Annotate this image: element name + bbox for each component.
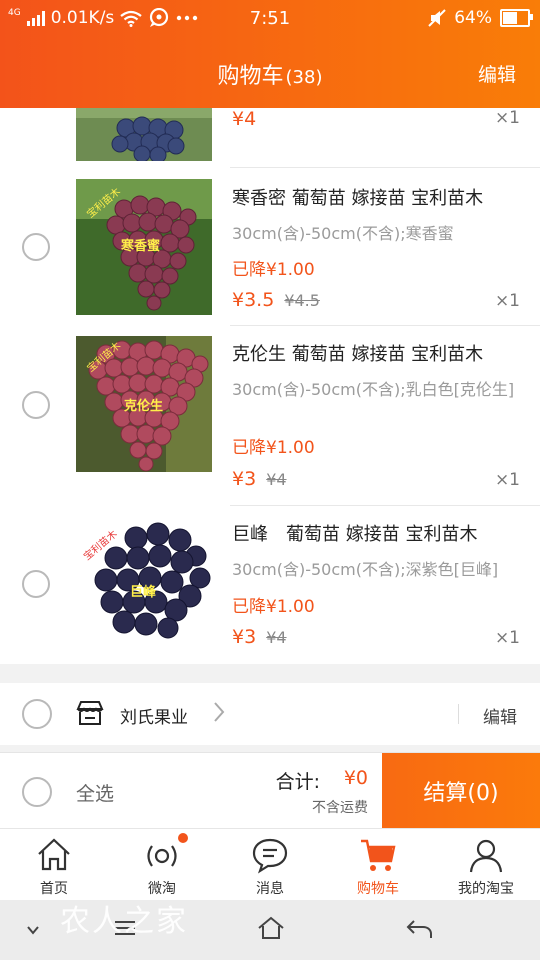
tab-label: 首页 xyxy=(40,881,68,897)
price-drop: 已降¥1.00 xyxy=(232,260,315,280)
notification-dot xyxy=(178,833,188,843)
store-icon xyxy=(76,701,104,725)
tab-label: 我的淘宝 xyxy=(458,881,514,897)
product-spec[interactable]: 30cm(含)-50cm(不含);乳白色[克伦生] xyxy=(232,378,522,401)
product-title[interactable]: 寒香密 葡萄苗 嫁接苗 宝利苗木 xyxy=(232,184,483,210)
original-price: ¥4 xyxy=(266,470,287,489)
battery-icon xyxy=(500,9,533,27)
tab-cart[interactable]: 购物车 xyxy=(324,829,432,901)
tab-label: 微淘 xyxy=(148,881,176,897)
original-price: ¥4 xyxy=(266,628,287,647)
product-quantity: ×1 xyxy=(494,108,520,128)
cart-item: 宝利苗木 克伦生 克伦生 葡萄苗 嫁接苗 宝利苗木 30cm(含)-50cm(不… xyxy=(0,326,540,506)
product-price-line: ¥3.5 ¥4.5 xyxy=(232,289,320,311)
cart-icon xyxy=(361,839,396,871)
top-bar: 4G 0.01K/s 7:51 64% 购物车 (38) 编辑 xyxy=(0,0,540,108)
bottom-tab-bar: 首页 微淘 消息 购物车 我的淘宝 xyxy=(0,828,540,901)
cart-item: 宝利苗木 寒香蜜 寒香密 葡萄苗 嫁接苗 宝利苗木 30cm(含)-50cm(不… xyxy=(0,170,540,326)
product-image-label: 克伦生 xyxy=(124,398,163,414)
product-quantity[interactable]: ×1 xyxy=(495,628,520,648)
product-title[interactable]: 克伦生 葡萄苗 嫁接苗 宝利苗木 xyxy=(232,340,483,366)
chevron-right-icon[interactable] xyxy=(212,700,226,724)
product-image-label: 寒香蜜 xyxy=(120,238,160,254)
cart-item: 宝利苗木 巨峰 巨峰 葡萄苗 嫁接苗 宝利苗木 30cm(含)-50cm(不含)… xyxy=(0,506,540,664)
tab-home[interactable]: 首页 xyxy=(0,829,108,901)
original-price: ¥4.5 xyxy=(284,291,320,310)
select-all-checkbox[interactable] xyxy=(22,777,52,807)
price-drop: 已降¥1.00 xyxy=(232,438,315,458)
back-icon[interactable] xyxy=(405,918,433,940)
product-quantity[interactable]: ×1 xyxy=(495,291,520,311)
product-image-label: 巨峰 xyxy=(130,584,157,600)
cart-item: ¥4 ×1 xyxy=(0,108,540,170)
page-title-text: 购物车 xyxy=(217,64,284,89)
product-price-line: ¥3 ¥4 xyxy=(232,626,287,648)
shop-name[interactable]: 刘氏果业 xyxy=(120,703,188,728)
chevron-down-icon[interactable] xyxy=(25,922,41,938)
cart-count: (38) xyxy=(285,67,323,88)
system-nav-bar: 农人之家 xyxy=(0,900,540,960)
product-quantity[interactable]: ×1 xyxy=(495,470,520,490)
broadcast-icon xyxy=(147,845,177,867)
header-edit-button[interactable]: 编辑 xyxy=(478,60,516,87)
product-price: ¥3.5 xyxy=(232,289,275,311)
mute-icon xyxy=(428,9,446,27)
tab-label: 消息 xyxy=(256,881,284,897)
product-spec[interactable]: 30cm(含)-50cm(不含);深紫色[巨峰] xyxy=(232,558,522,581)
price-drop: 已降¥1.00 xyxy=(232,597,315,617)
checkout-button[interactable]: 结算(0) xyxy=(382,753,540,829)
item-checkbox[interactable] xyxy=(22,570,50,598)
item-checkbox[interactable] xyxy=(22,391,50,419)
tab-messages[interactable]: 消息 xyxy=(216,829,324,901)
tab-my-taobao[interactable]: 我的淘宝 xyxy=(432,829,540,901)
total-amount: ¥0 xyxy=(343,767,368,789)
product-image[interactable]: 宝利苗木 巨峰 xyxy=(76,516,212,652)
product-price: ¥4 xyxy=(232,108,257,130)
home-icon xyxy=(38,838,70,871)
product-price-line: ¥3 ¥4 xyxy=(232,468,287,490)
product-price: ¥3 xyxy=(232,626,257,648)
user-icon xyxy=(469,839,503,873)
tab-weitao[interactable]: 微淘 xyxy=(108,829,216,901)
shop-checkbox[interactable] xyxy=(22,699,52,729)
cart-list: ¥4 ×1 宝利苗木 寒香蜜 寒香密 葡萄苗 嫁接苗 宝利苗木 30cm(含)-… xyxy=(0,108,540,664)
home-nav-icon[interactable] xyxy=(257,916,285,940)
product-spec[interactable]: 30cm(含)-50cm(不含);寒香蜜 xyxy=(232,222,522,245)
total-label: 合计: xyxy=(275,771,320,793)
product-image[interactable]: 宝利苗木 寒香蜜 xyxy=(76,179,212,315)
product-image[interactable]: 宝利苗木 克伦生 xyxy=(76,336,212,472)
divider xyxy=(458,704,459,724)
select-all-label[interactable]: 全选 xyxy=(76,779,114,806)
product-price: ¥3 xyxy=(232,468,257,490)
watermark: 农人之家 xyxy=(60,904,188,939)
battery-percent: 64% xyxy=(454,8,492,28)
shop-edit-button[interactable]: 编辑 xyxy=(483,703,517,728)
product-image[interactable] xyxy=(76,108,212,161)
status-bar: 4G 0.01K/s 7:51 64% xyxy=(0,0,540,38)
page-title: 购物车 (38) xyxy=(0,58,540,90)
shop-header: 刘氏果业 编辑 xyxy=(0,683,540,745)
item-checkbox[interactable] xyxy=(22,233,50,261)
product-title[interactable]: 巨峰 葡萄苗 嫁接苗 宝利苗木 xyxy=(232,520,477,546)
message-icon xyxy=(252,838,288,874)
divider xyxy=(230,167,540,168)
freight-note: 不含运费 xyxy=(312,800,368,816)
checkout-bar: 全选 合计: ¥0 不含运费 结算(0) xyxy=(0,752,540,829)
tab-label: 购物车 xyxy=(357,881,399,897)
